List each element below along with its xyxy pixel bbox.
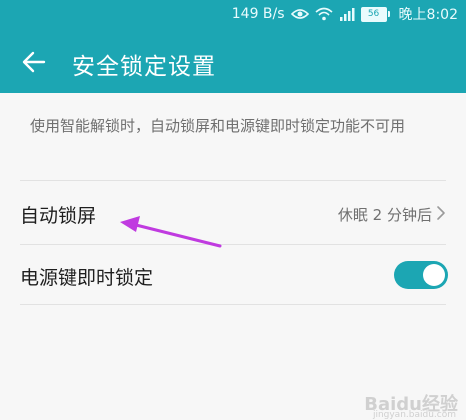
chevron-right-icon (436, 205, 446, 221)
setting-label: 电源键即时锁定 (20, 267, 154, 289)
divider (20, 304, 446, 305)
setting-row-auto-lock[interactable]: 自动锁屏 休眠 2 分钟后 (0, 182, 466, 244)
smart-unlock-notice: 使用智能解锁时，自动锁屏和电源键即时锁定功能不可用 (30, 117, 406, 135)
back-arrow-icon[interactable] (20, 48, 48, 76)
wifi-icon (315, 7, 333, 21)
annotation-arrow-icon (120, 216, 222, 248)
toggle-knob (423, 264, 445, 286)
network-speed: 149 B/s (231, 6, 285, 22)
app-header: 149 B/s 56 晚上8:02 安全锁定设置 (0, 0, 466, 93)
divider (20, 180, 446, 181)
eye-icon (290, 8, 309, 20)
setting-value: 休眠 2 分钟后 (337, 206, 432, 224)
battery-icon: 56 (360, 6, 390, 22)
signal-icon (339, 7, 355, 21)
setting-row-power-key-lock: 电源键即时锁定 (0, 244, 466, 306)
toolbar: 安全锁定设置 (0, 42, 466, 82)
baidu-watermark-url: jingyan.baidu.com (372, 410, 456, 420)
setting-label: 自动锁屏 (20, 205, 97, 227)
page-title: 安全锁定设置 (72, 54, 216, 80)
power-key-lock-toggle[interactable] (394, 261, 448, 289)
status-bar: 149 B/s 56 晚上8:02 (0, 0, 466, 28)
clock: 晚上8:02 (398, 7, 458, 23)
